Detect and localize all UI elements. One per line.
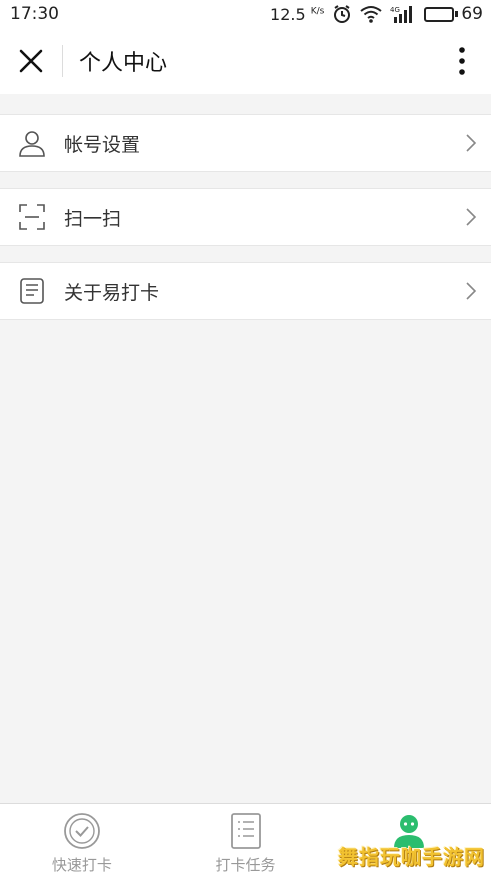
battery-icon (424, 6, 455, 22)
svg-text:4G: 4G (390, 6, 400, 14)
status-time: 17:30 (10, 4, 59, 24)
battery-indicator: 69 (424, 4, 483, 24)
menu-item-scan[interactable]: 扫一扫 (0, 188, 491, 246)
signal-icon: 4G (390, 5, 416, 23)
wifi-icon (360, 5, 382, 23)
network-speed: 12.5 K/s (270, 4, 325, 24)
chevron-right-icon (451, 207, 491, 227)
menu-item-about[interactable]: 关于易打卡 (0, 262, 491, 320)
scan-icon (0, 203, 64, 231)
more-button[interactable] (433, 28, 491, 94)
menu-item-account-settings[interactable]: 帐号设置 (0, 114, 491, 172)
status-indicators: 12.5 K/s 4G 69 (270, 4, 483, 24)
tab-quick-checkin[interactable]: 快速打卡 (0, 804, 164, 876)
battery-tip (455, 11, 459, 17)
page-title: 个人中心 (79, 51, 168, 76)
chevron-right-icon (451, 133, 491, 153)
alarm-icon (332, 4, 352, 24)
tab-label: 打卡任务 (215, 856, 276, 874)
menu-item-label: 扫一扫 (64, 207, 122, 230)
chevron-right-icon (451, 281, 491, 301)
check-circle-icon (63, 813, 100, 849)
title-divider (62, 45, 63, 77)
close-icon (19, 49, 43, 73)
menu-item-label: 帐号设置 (64, 133, 141, 156)
task-list-icon (230, 813, 261, 849)
more-vertical-icon (459, 47, 465, 75)
tab-label: 快速打卡 (51, 856, 112, 874)
menu-item-label: 关于易打卡 (64, 281, 160, 304)
title-bar: 个人中心 (0, 28, 491, 94)
close-button[interactable] (0, 28, 62, 94)
document-icon (0, 277, 64, 305)
tab-checkin-tasks[interactable]: 打卡任务 (164, 804, 328, 876)
watermark-logo: 舞指玩咖手游网 (338, 845, 485, 869)
status-bar: 17:30 12.5 K/s 4G 69 (0, 0, 491, 28)
battery-level: 69 (461, 4, 483, 24)
user-icon (0, 129, 64, 157)
